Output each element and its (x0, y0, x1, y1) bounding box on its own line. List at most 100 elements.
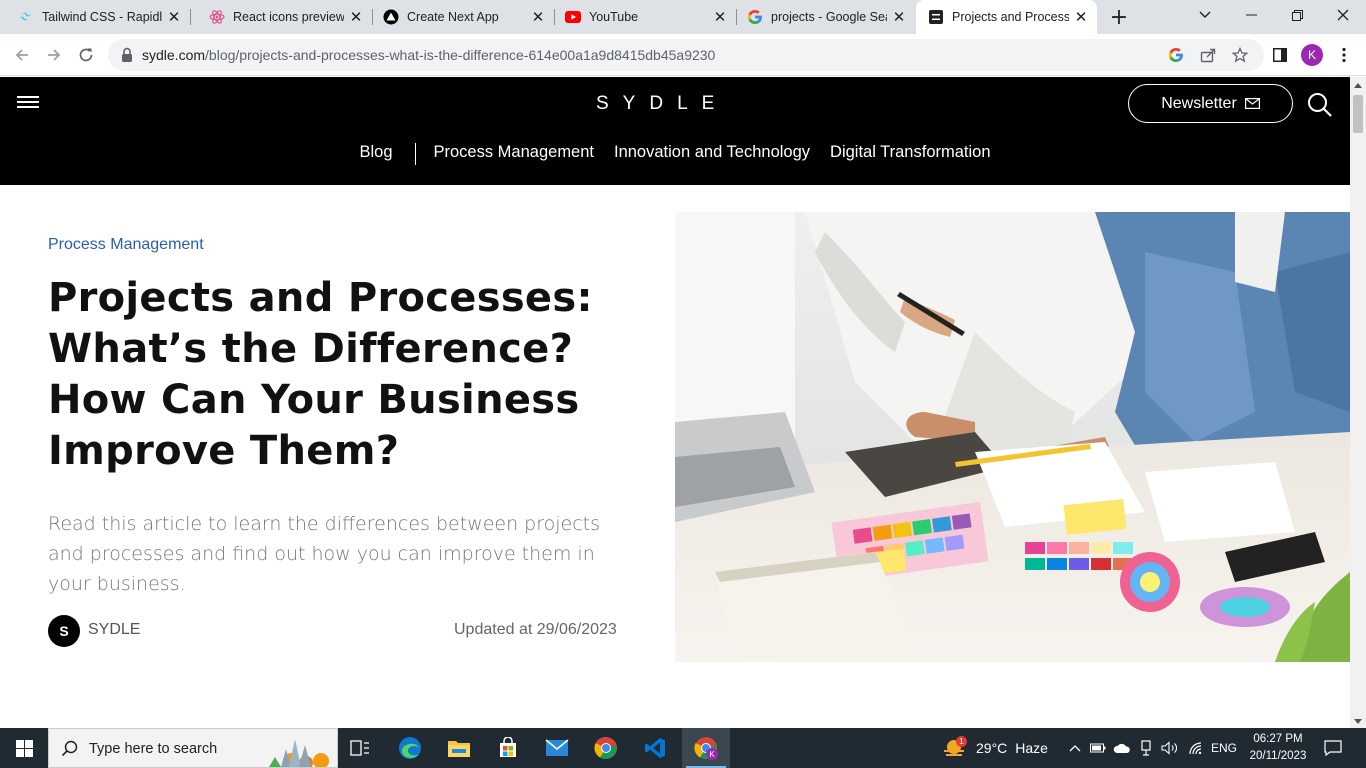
search-icon (1308, 93, 1332, 117)
nav-innovation-technology[interactable]: Innovation and Technology (614, 143, 810, 165)
lock-icon (122, 47, 132, 62)
more-vertical-icon (1342, 47, 1346, 63)
restore-button[interactable] (1274, 0, 1320, 30)
page-scrollbar[interactable] (1350, 77, 1366, 728)
taskbar-mail[interactable] (533, 728, 581, 768)
onedrive-status[interactable] (1112, 728, 1132, 768)
close-window-button[interactable] (1320, 0, 1366, 30)
windows-icon (15, 739, 33, 757)
scrollbar-thumb[interactable] (1353, 95, 1363, 133)
arrow-right-icon (48, 49, 61, 61)
browser-tab-strip: Tailwind CSS - Rapidly build modern webs… (0, 0, 1366, 34)
taskbar-chrome-profile[interactable]: K (682, 728, 730, 768)
new-tab-button[interactable]: + (1107, 5, 1131, 30)
taskbar-microsoft-store[interactable] (484, 728, 532, 768)
volume-button[interactable] (1160, 728, 1180, 768)
google-translate-button[interactable] (1166, 45, 1186, 65)
close-icon[interactable]: ✕ (530, 8, 546, 26)
tab-sydle-article[interactable]: Projects and Processes: What's the Diffe… (916, 0, 1097, 34)
google-icon (747, 9, 763, 25)
chevron-down-icon (1199, 11, 1211, 18)
start-button[interactable] (0, 728, 48, 768)
tab-youtube[interactable]: YouTube ✕ (555, 0, 736, 34)
chevron-up-icon (1069, 745, 1081, 752)
battery-status[interactable] (1089, 728, 1107, 768)
scroll-down-arrow-icon[interactable] (1354, 719, 1362, 724)
taskbar-search-box[interactable]: Type here to search (48, 728, 338, 768)
chrome-profile-icon: K (694, 737, 718, 760)
close-icon[interactable]: ✕ (166, 8, 182, 26)
tab-title: Tailwind CSS - Rapidly build modern webs… (42, 10, 162, 24)
tab-react-icons[interactable]: React icons preview for the most popular… (191, 0, 372, 34)
tab-title: Create Next App (407, 10, 499, 24)
article-description: Read this article to learn the differenc… (48, 513, 600, 595)
nav-digital-transformation[interactable]: Digital Transformation (830, 143, 990, 165)
tab-create-next-app[interactable]: Create Next App ✕ (373, 0, 554, 34)
tab-title: projects - Google Search (771, 10, 887, 24)
search-icon (61, 740, 78, 757)
site-search-button[interactable] (1307, 92, 1333, 118)
tab-google-search[interactable]: projects - Google Search ✕ (737, 0, 915, 34)
wifi-button[interactable] (1186, 728, 1206, 768)
weather-notification-badge: 1 (956, 736, 967, 747)
nextjs-icon (383, 9, 399, 25)
search-highlight-illustration (269, 739, 329, 767)
notification-icon (1324, 740, 1342, 756)
weather-desc: Haze (1015, 740, 1048, 756)
usb-device-icon (1141, 740, 1151, 756)
minimize-icon (1245, 14, 1257, 16)
reload-button[interactable] (73, 42, 99, 68)
nav-blog[interactable]: Blog (359, 143, 392, 165)
language-indicator[interactable]: ENG (1208, 728, 1240, 768)
address-bar[interactable]: sydle.com/blog/projects-and-processes-wh… (108, 39, 1264, 71)
network-adapter-status[interactable] (1137, 728, 1155, 768)
menu-icon[interactable] (17, 96, 39, 108)
microsoft-store-icon (500, 737, 516, 757)
newsletter-button[interactable]: Newsletter (1128, 84, 1293, 123)
weather-temp: 29°C (976, 740, 1008, 756)
profile-avatar[interactable]: K (1301, 44, 1323, 66)
tab-title: React icons preview for the most popular… (233, 10, 344, 24)
windows-taskbar: Type here to search K 1 29°C Haze ENG 06… (0, 728, 1366, 768)
edge-icon (399, 737, 421, 759)
back-button[interactable] (9, 42, 35, 68)
minimize-button[interactable] (1228, 0, 1274, 30)
share-icon (1200, 48, 1216, 63)
article-category-link[interactable]: Process Management (48, 236, 204, 254)
tab-tailwind[interactable]: Tailwind CSS - Rapidly build modern webs… (0, 0, 190, 34)
sydle-icon (928, 9, 944, 25)
notifications-button[interactable] (1318, 728, 1348, 768)
browser-menu-button[interactable] (1334, 45, 1354, 65)
bookmark-button[interactable] (1230, 45, 1250, 65)
taskbar-edge[interactable] (386, 728, 434, 768)
show-hidden-icons-button[interactable] (1066, 728, 1084, 768)
react-icon (209, 9, 225, 25)
author-avatar[interactable]: S (48, 615, 80, 647)
reload-icon (79, 48, 93, 62)
taskbar-file-explorer[interactable] (435, 728, 483, 768)
taskbar-chrome[interactable] (582, 728, 630, 768)
scroll-up-arrow-icon[interactable] (1354, 83, 1362, 88)
task-view-button[interactable] (336, 728, 384, 768)
nav-process-management[interactable]: Process Management (434, 143, 595, 165)
chrome-icon (594, 736, 617, 759)
close-icon[interactable]: ✕ (1073, 8, 1089, 26)
author-name[interactable]: SYDLE (88, 621, 140, 639)
close-icon[interactable]: ✕ (891, 8, 907, 26)
nav-divider (414, 143, 416, 165)
forward-button[interactable] (41, 42, 67, 68)
weather-widget[interactable]: 1 29°C Haze (942, 728, 1048, 768)
close-icon[interactable]: ✕ (712, 8, 728, 26)
close-icon[interactable]: ✕ (348, 8, 364, 26)
article-title: Projects and Processes: What’s the Diffe… (48, 275, 593, 474)
taskbar-vscode[interactable] (631, 728, 679, 768)
browser-toolbar: sydle.com/blog/projects-and-processes-wh… (0, 34, 1366, 76)
wifi-icon (1189, 742, 1202, 755)
tab-search-button[interactable] (1182, 0, 1228, 30)
system-clock[interactable]: 06:27 PM 20/11/2023 (1244, 731, 1312, 765)
side-panel-button[interactable] (1270, 45, 1290, 65)
updated-date: Updated at 29/06/2023 (454, 621, 617, 638)
site-logo[interactable]: SYDLE (596, 93, 728, 115)
youtube-icon (565, 9, 581, 25)
share-button[interactable] (1198, 45, 1218, 65)
